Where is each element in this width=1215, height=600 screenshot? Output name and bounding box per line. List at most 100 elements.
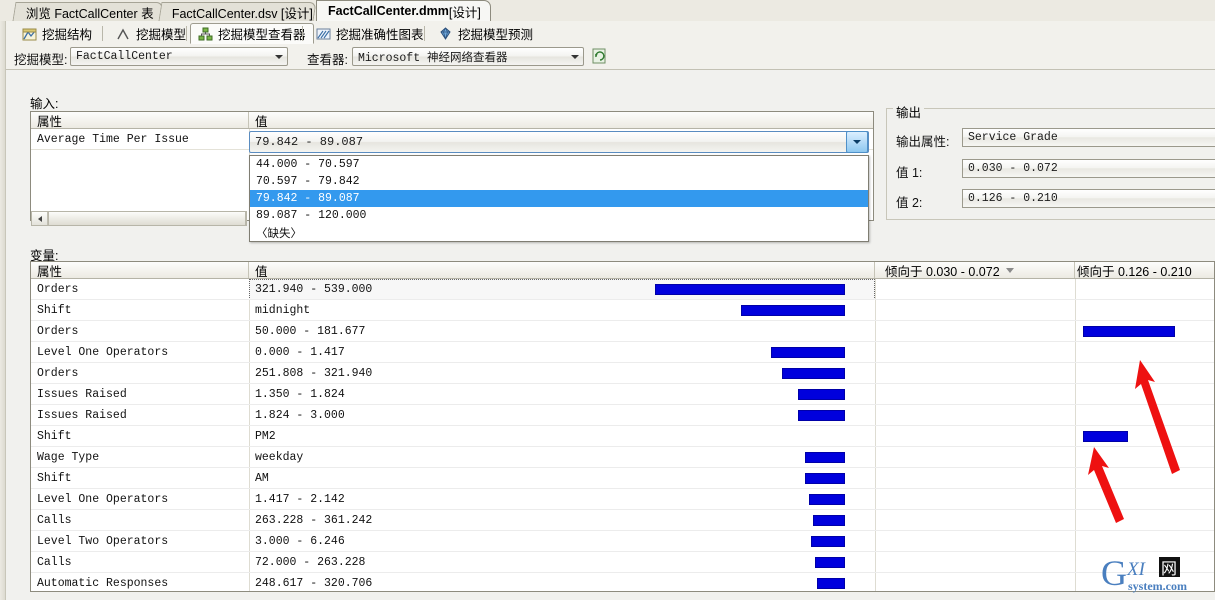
favors-value2-bar [1083, 326, 1176, 337]
input-column-value[interactable]: 值 [249, 112, 873, 129]
variables-column-attribute[interactable]: 属性 [31, 262, 249, 279]
variable-attribute-cell[interactable]: Issues Raised [31, 405, 249, 426]
tab-mining-accuracy-chart[interactable]: 挖掘准确性图表 [308, 23, 432, 44]
table-row[interactable]: Orders 251.808 - 321.940 [31, 363, 1214, 384]
variable-value-cell[interactable]: 3.000 - 6.246 [249, 531, 875, 552]
variable-value-cell[interactable]: 263.228 - 361.242 [249, 510, 875, 531]
document-tab-suffix: [设计] [448, 5, 481, 20]
table-row[interactable]: Calls 263.228 - 361.242 [31, 510, 1214, 531]
variable-attribute-cell[interactable]: Shift [31, 468, 249, 489]
document-tab-label: FactCallCenter.dmm [328, 4, 449, 18]
mining-model-label: 挖掘模型: [14, 53, 68, 67]
tab-mining-model-viewer[interactable]: 挖掘模型查看器 [190, 23, 314, 44]
variable-attribute-cell[interactable]: Level Two Operators [31, 531, 249, 552]
favors-value1-bar [812, 515, 845, 526]
table-row[interactable]: Orders 50.000 - 181.677 [31, 321, 1214, 342]
table-row[interactable]: Shift PM2 [31, 426, 1214, 447]
variable-value-cell[interactable]: 248.617 - 320.706 [249, 573, 875, 591]
variables-column-favors-value2[interactable]: 倾向于 0.126 - 0.210 [1075, 262, 1214, 279]
favors-value1-bar [816, 578, 845, 589]
dropdown-option-selected[interactable]: 79.842 - 89.087 [250, 190, 868, 207]
dropdown-option[interactable]: 89.087 - 120.000 [250, 207, 868, 224]
sort-descending-icon[interactable] [1005, 267, 1014, 273]
document-tabstrip: 浏览 FactCallCenter 表 FactCallCenter.dsv [… [0, 0, 1215, 22]
dropdown-option[interactable]: 〈缺失〉 [250, 224, 868, 241]
output-value2-label: 值 2: [896, 196, 923, 210]
variable-value-cell[interactable]: 1.824 - 3.000 [249, 405, 875, 426]
favors-value1-bar [805, 452, 845, 463]
variable-attribute-cell[interactable]: Shift [31, 300, 249, 321]
refresh-icon[interactable] [592, 48, 607, 67]
variable-attribute-cell[interactable]: Issues Raised [31, 384, 249, 405]
table-row[interactable]: Issues Raised 1.824 - 3.000 [31, 405, 1214, 426]
table-row[interactable]: Shift midnight [31, 300, 1214, 321]
input-attribute-cell[interactable]: Average Time Per Issue [31, 129, 249, 150]
input-value-combo[interactable]: 79.842 - 89.087 [249, 131, 869, 153]
dropdown-option[interactable]: 44.000 - 70.597 [250, 156, 868, 173]
variable-value-cell[interactable]: 251.808 - 321.940 [249, 363, 875, 384]
input-value-dropdown-list[interactable]: 44.000 - 70.597 70.597 - 79.842 79.842 -… [249, 155, 869, 242]
table-row[interactable]: Issues Raised 1.350 - 1.824 [31, 384, 1214, 405]
document-tab-browse-table[interactable]: 浏览 FactCallCenter 表 [12, 2, 164, 21]
table-row[interactable]: Level One Operators 1.417 - 2.142 [31, 489, 1214, 510]
table-row[interactable]: Shift AM [31, 468, 1214, 489]
output-attribute-field[interactable]: Service Grade [962, 128, 1215, 147]
input-column-attribute[interactable]: 属性 [31, 112, 249, 129]
variable-attribute-cell[interactable]: Level One Operators [31, 342, 249, 363]
chevron-down-icon[interactable] [271, 48, 287, 65]
output-value1-field[interactable]: 0.030 - 0.072 [962, 159, 1215, 178]
variable-value-cell[interactable]: 72.000 - 263.228 [249, 552, 875, 573]
variable-attribute-cell[interactable]: Orders [31, 321, 249, 342]
variable-attribute-cell[interactable]: Calls [31, 552, 249, 573]
variable-attribute-cell[interactable]: Level One Operators [31, 489, 249, 510]
variable-attribute-cell[interactable]: Orders [31, 279, 249, 300]
scrollbar-thumb[interactable] [48, 212, 246, 225]
table-row[interactable]: Wage Type weekday [31, 447, 1214, 468]
mining-model-icon [116, 27, 131, 41]
mining-model-combo[interactable]: FactCallCenter [70, 47, 288, 66]
tab-label: 挖掘模型预测 [458, 28, 534, 42]
dropdown-option[interactable]: 70.597 - 79.842 [250, 173, 868, 190]
tab-mining-structure[interactable]: 挖掘结构 [14, 23, 100, 44]
variable-value-cell[interactable]: 1.350 - 1.824 [249, 384, 875, 405]
toolbar-separator [102, 26, 103, 41]
scroll-left-button[interactable] [32, 212, 48, 225]
output-group-label: 输出 [893, 102, 925, 121]
output-value2-field[interactable]: 0.126 - 0.210 [962, 189, 1215, 208]
chevron-down-icon[interactable] [846, 131, 868, 153]
variable-value-cell[interactable]: PM2 [249, 426, 875, 447]
variable-value-cell[interactable]: 50.000 - 181.677 [249, 321, 875, 342]
table-row[interactable]: Calls 72.000 - 263.228 [31, 552, 1214, 573]
favors-value1-label: 倾向于 0.030 - 0.072 [885, 264, 1000, 279]
input-group-label: 输入: [30, 97, 59, 111]
variable-attribute-cell[interactable]: Shift [31, 426, 249, 447]
variable-attribute-cell[interactable]: Wage Type [31, 447, 249, 468]
window-left-frame [0, 21, 6, 600]
favors-value1-bar [814, 557, 845, 568]
variables-column-favors-value1[interactable]: 倾向于 0.030 - 0.072 [875, 262, 1075, 279]
variable-value-cell[interactable]: 1.417 - 2.142 [249, 489, 875, 510]
chevron-down-icon[interactable] [567, 48, 583, 65]
favors-value1-bar [740, 305, 845, 316]
variable-value-cell[interactable]: AM [249, 468, 875, 489]
viewer-combo[interactable]: Microsoft 神经网络查看器 [352, 47, 584, 66]
input-grid-hscrollbar[interactable] [31, 211, 247, 226]
tab-mining-model[interactable]: 挖掘模型 [108, 23, 194, 44]
table-row[interactable]: Orders 321.940 - 539.000 [31, 279, 1214, 300]
document-tab-dmm[interactable]: FactCallCenter.dmm [设计] [316, 0, 491, 21]
variable-attribute-cell[interactable]: Orders [31, 363, 249, 384]
table-row[interactable]: Level Two Operators 3.000 - 6.246 [31, 531, 1214, 552]
viewer-tab-bar: 挖掘结构 挖掘模型 挖掘模型查看器 挖掘准确性图表 挖掘模型预测 [0, 21, 1215, 46]
favors-value2-bar [1083, 431, 1128, 442]
variable-attribute-cell[interactable]: Automatic Responses [31, 573, 249, 591]
variable-attribute-cell[interactable]: Calls [31, 510, 249, 531]
tab-mining-model-prediction[interactable]: 挖掘模型预测 [430, 23, 541, 44]
variables-column-value[interactable]: 值 [249, 262, 875, 279]
variable-value-cell[interactable]: weekday [249, 447, 875, 468]
favors-value1-bar [797, 410, 845, 421]
prediction-diamond-icon [438, 26, 453, 41]
table-row[interactable]: Automatic Responses 248.617 - 320.706 [31, 573, 1214, 591]
table-row[interactable]: Level One Operators 0.000 - 1.417 [31, 342, 1214, 363]
input-grid-header: 属性 值 [31, 112, 873, 129]
document-tab-dsv[interactable]: FactCallCenter.dsv [设计] [158, 2, 317, 21]
